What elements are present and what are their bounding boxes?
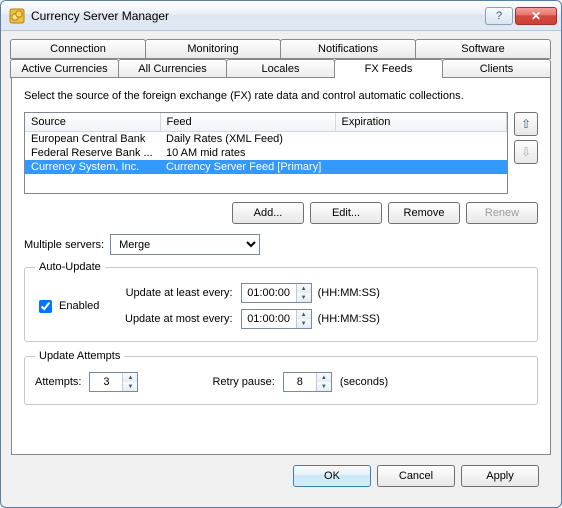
multiple-servers-select[interactable]: Merge bbox=[110, 234, 260, 255]
tab-active-currencies[interactable]: Active Currencies bbox=[10, 59, 119, 78]
move-down-button[interactable]: ⇩ bbox=[514, 140, 538, 164]
attempts-label: Attempts: bbox=[35, 376, 81, 388]
spin-down-icon[interactable]: ▼ bbox=[317, 382, 331, 391]
reorder-buttons: ⇧ ⇩ bbox=[514, 112, 538, 194]
arrow-up-icon: ⇧ bbox=[521, 117, 531, 131]
col-feed[interactable]: Feed bbox=[160, 113, 335, 132]
window-frame: Currency Server Manager ? ✕ Connection M… bbox=[0, 0, 562, 508]
update-most-spinner[interactable]: ▲▼ bbox=[241, 309, 312, 329]
attempts-spinner[interactable]: ▲▼ bbox=[89, 372, 138, 392]
auto-update-group: Auto-Update Enabled Update at least ever… bbox=[24, 261, 538, 342]
col-source[interactable]: Source bbox=[25, 113, 160, 132]
window-buttons: ? ✕ bbox=[485, 7, 557, 25]
table-row[interactable]: Currency System, Inc. Currency Server Fe… bbox=[25, 160, 507, 174]
dialog-content: Connection Monitoring Notifications Soft… bbox=[1, 31, 561, 507]
multiple-servers-label: Multiple servers: bbox=[24, 239, 104, 251]
tab-fx-feeds[interactable]: FX Feeds bbox=[334, 59, 443, 78]
app-icon bbox=[9, 8, 25, 24]
spin-up-icon[interactable]: ▲ bbox=[297, 310, 311, 319]
enabled-label: Enabled bbox=[59, 300, 99, 312]
tab-connection[interactable]: Connection bbox=[10, 39, 146, 59]
tab-panel-fx-feeds: Select the source of the foreign exchang… bbox=[11, 77, 551, 455]
col-expiration[interactable]: Expiration bbox=[335, 113, 507, 132]
tab-notifications[interactable]: Notifications bbox=[280, 39, 416, 59]
update-most-label: Update at most every: bbox=[125, 313, 233, 325]
tab-software[interactable]: Software bbox=[415, 39, 551, 59]
ok-button[interactable]: OK bbox=[293, 465, 371, 487]
tab-all-currencies[interactable]: All Currencies bbox=[118, 59, 227, 78]
feeds-list[interactable]: Source Feed Expiration European Central … bbox=[24, 112, 508, 194]
apply-button[interactable]: Apply bbox=[461, 465, 539, 487]
auto-update-legend: Auto-Update bbox=[35, 261, 105, 273]
tabs: Connection Monitoring Notifications Soft… bbox=[11, 39, 551, 78]
update-attempts-legend: Update Attempts bbox=[35, 350, 124, 362]
attempts-input[interactable] bbox=[90, 373, 122, 391]
page-description: Select the source of the foreign exchang… bbox=[24, 90, 538, 102]
cancel-button[interactable]: Cancel bbox=[377, 465, 455, 487]
update-least-spinner[interactable]: ▲▼ bbox=[241, 283, 312, 303]
spin-down-icon[interactable]: ▼ bbox=[297, 319, 311, 328]
spin-down-icon[interactable]: ▼ bbox=[297, 293, 311, 302]
help-button[interactable]: ? bbox=[485, 7, 513, 25]
update-least-input[interactable] bbox=[242, 284, 296, 302]
update-attempts-group: Update Attempts Attempts: ▲▼ Retry pause… bbox=[24, 350, 538, 405]
retry-pause-label: Retry pause: bbox=[212, 376, 274, 388]
add-button[interactable]: Add... bbox=[232, 202, 304, 224]
retry-pause-input[interactable] bbox=[284, 373, 316, 391]
enabled-checkbox[interactable] bbox=[39, 300, 52, 313]
arrow-down-icon: ⇩ bbox=[521, 145, 531, 159]
titlebar[interactable]: Currency Server Manager ? ✕ bbox=[1, 1, 561, 31]
move-up-button[interactable]: ⇧ bbox=[514, 112, 538, 136]
update-least-unit: (HH:MM:SS) bbox=[318, 287, 380, 299]
update-most-unit: (HH:MM:SS) bbox=[318, 313, 380, 325]
retry-pause-spinner[interactable]: ▲▼ bbox=[283, 372, 332, 392]
spin-down-icon[interactable]: ▼ bbox=[123, 382, 137, 391]
spin-up-icon[interactable]: ▲ bbox=[317, 373, 331, 382]
table-row[interactable]: European Central Bank Daily Rates (XML F… bbox=[25, 132, 507, 147]
window-title: Currency Server Manager bbox=[31, 9, 485, 23]
edit-button[interactable]: Edit... bbox=[310, 202, 382, 224]
renew-button: Renew bbox=[466, 202, 538, 224]
table-row[interactable]: Federal Reserve Bank ... 10 AM mid rates bbox=[25, 146, 507, 160]
tab-clients[interactable]: Clients bbox=[442, 59, 551, 78]
spin-up-icon[interactable]: ▲ bbox=[123, 373, 137, 382]
close-button[interactable]: ✕ bbox=[515, 7, 557, 25]
update-most-input[interactable] bbox=[242, 310, 296, 328]
dialog-buttons: OK Cancel Apply bbox=[11, 455, 551, 499]
tab-monitoring[interactable]: Monitoring bbox=[145, 39, 281, 59]
retry-pause-unit: (seconds) bbox=[340, 376, 388, 388]
tab-locales[interactable]: Locales bbox=[226, 59, 335, 78]
update-least-label: Update at least every: bbox=[126, 287, 233, 299]
remove-button[interactable]: Remove bbox=[388, 202, 460, 224]
spin-up-icon[interactable]: ▲ bbox=[297, 284, 311, 293]
